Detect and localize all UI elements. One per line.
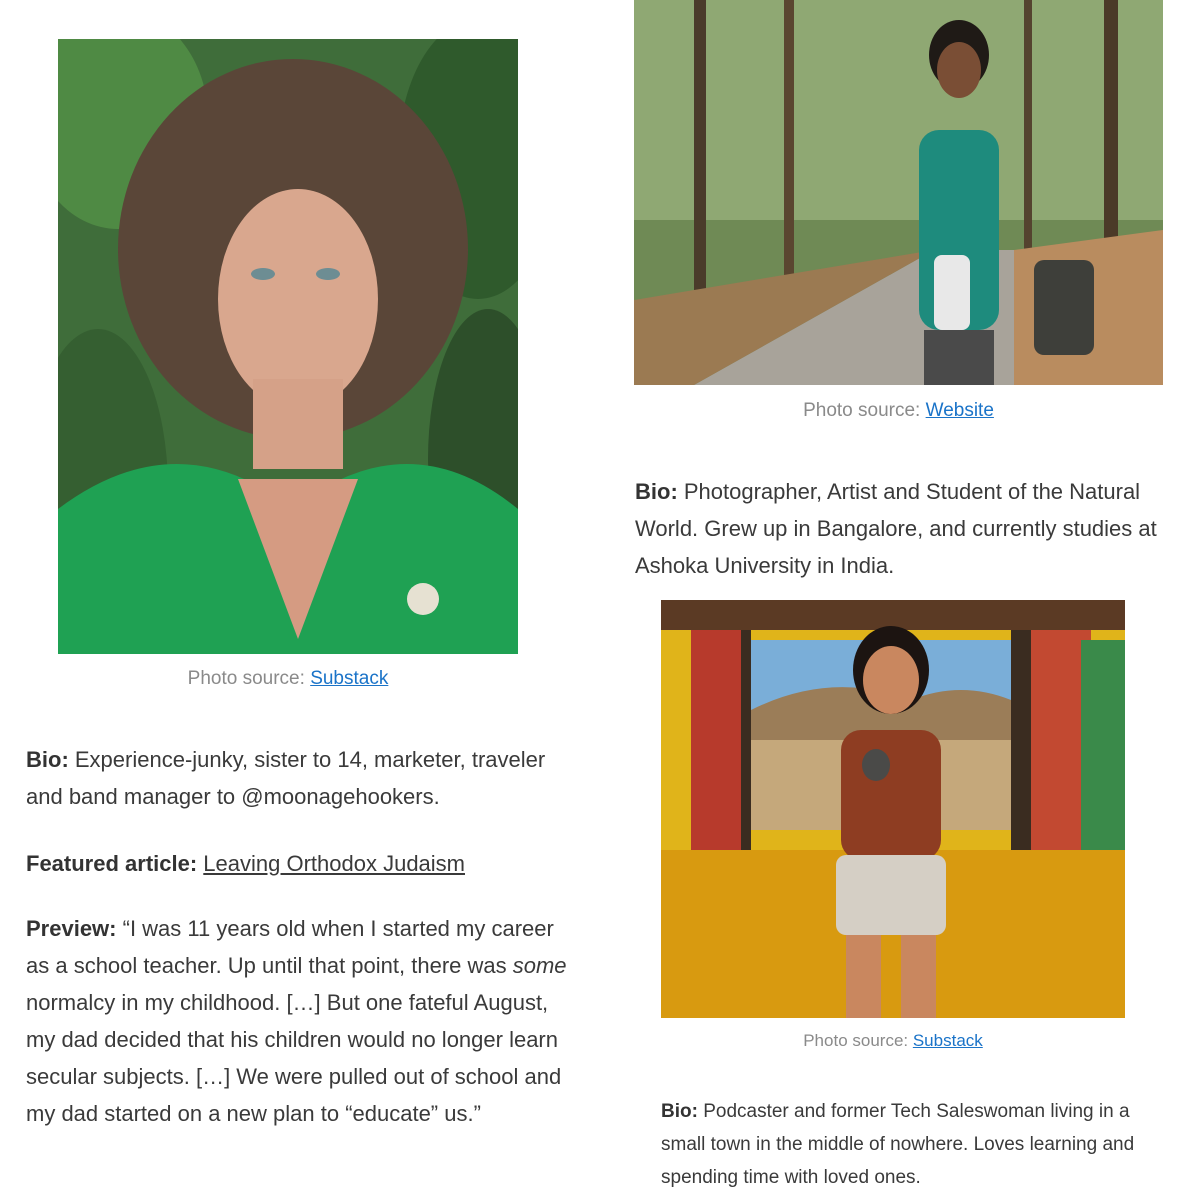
bio-text: Photographer, Artist and Student of the …: [635, 479, 1157, 578]
bio-text: Podcaster and former Tech Saleswoman liv…: [661, 1101, 1135, 1188]
featured-article-link[interactable]: Leaving Orthodox Judaism: [203, 851, 465, 876]
caption-prefix: Photo source:: [803, 400, 926, 421]
bio-label: Bio:: [635, 479, 678, 504]
preview-label: Preview:: [26, 916, 117, 941]
caption-prefix: Photo source:: [187, 668, 311, 689]
preview-emphasis: some: [512, 953, 567, 978]
featured-label: Featured article:: [26, 851, 198, 876]
photo-caption-left: Photo source: Substack: [58, 668, 518, 690]
bio-text: Experience-junky, sister to 14, marketer…: [26, 747, 546, 809]
profile-photo-right-bottom: [661, 600, 1125, 1018]
profile-photo-left: [58, 39, 518, 654]
preview-text-2: normalcy in my childhood. […] But one fa…: [26, 990, 562, 1126]
photo-source-link-substack[interactable]: Substack: [913, 1031, 983, 1050]
caption-prefix: Photo source:: [803, 1031, 913, 1050]
bio-label: Bio:: [661, 1101, 698, 1122]
bio-right-bottom: Bio: Podcaster and former Tech Saleswoma…: [661, 1095, 1161, 1194]
bio-label: Bio:: [26, 747, 69, 772]
bio-right-top: Bio: Photographer, Artist and Student of…: [635, 473, 1180, 584]
featured-article: Featured article: Leaving Orthodox Judai…: [26, 845, 571, 882]
photo-source-link-substack[interactable]: Substack: [310, 668, 388, 689]
photo-caption-right-bottom: Photo source: Substack: [661, 1031, 1125, 1051]
photo-caption-right-top: Photo source: Website: [634, 400, 1163, 422]
profile-photo-right-top: [634, 0, 1163, 385]
photo-source-link-website[interactable]: Website: [926, 400, 994, 421]
bio-left: Bio: Experience-junky, sister to 14, mar…: [26, 741, 571, 815]
preview: Preview: “I was 11 years old when I star…: [26, 910, 571, 1132]
